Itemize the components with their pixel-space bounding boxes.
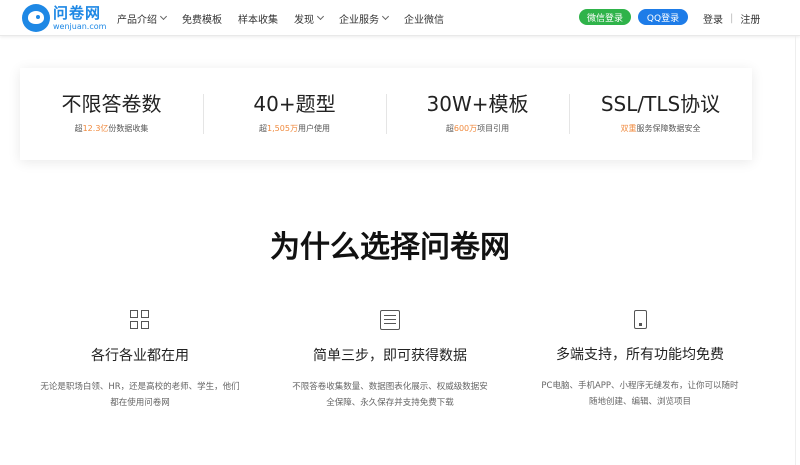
grid-icon bbox=[130, 310, 150, 330]
device-icon bbox=[633, 310, 647, 329]
stat-unlimited-responses: 不限答卷数 超12.3亿份数据收集 bbox=[20, 68, 203, 160]
auth-links: 登录 | 注册 bbox=[703, 0, 760, 36]
stat-subtitle: 超1,505万用户使用 bbox=[259, 124, 330, 133]
nav-enterprise-service[interactable]: 企业服务 bbox=[339, 11, 390, 26]
stat-subtitle: 超12.3亿份数据收集 bbox=[74, 124, 149, 133]
login-link[interactable]: 登录 bbox=[703, 11, 723, 26]
chevron-down-icon bbox=[316, 12, 325, 21]
logo-text-cn: 问卷网 bbox=[53, 3, 102, 22]
top-header: 问卷网 wenjuan.com 产品介绍 免费模板 样本收集 发现 企业服务 企… bbox=[0, 0, 800, 36]
logo-text-en: wenjuan.com bbox=[53, 21, 107, 31]
stat-question-types: 40+题型 超1,505万用户使用 bbox=[203, 68, 386, 160]
list-icon bbox=[380, 310, 400, 330]
page-scrollbar-track[interactable] bbox=[795, 36, 800, 465]
stat-title: 不限答卷数 bbox=[61, 92, 162, 116]
wechat-login-button[interactable]: 微信登录 bbox=[579, 9, 631, 25]
stat-subtitle: 超600万项目引用 bbox=[445, 124, 510, 133]
qq-login-button[interactable]: QQ登录 bbox=[638, 9, 688, 25]
feature-title: 各行各业都在用 bbox=[91, 348, 189, 364]
feature-description: 无论是职场白领、HR，还是高校的老师、学生，他们都在使用问卷网 bbox=[40, 382, 240, 408]
feature-title: 多端支持，所有功能均免费 bbox=[556, 347, 724, 363]
feature-description: PC电脑、手机APP、小程序无缝发布，让你可以随时随地创建、编辑、浏览项目 bbox=[541, 381, 739, 407]
nav-sample-collection[interactable]: 样本收集 bbox=[238, 11, 278, 26]
logo-icon bbox=[22, 4, 50, 32]
nav-enterprise-wechat[interactable]: 企业微信 bbox=[404, 11, 444, 26]
nav-product-intro[interactable]: 产品介绍 bbox=[117, 11, 168, 26]
stat-templates: 30W+模板 超600万项目引用 bbox=[386, 68, 569, 160]
stat-title: 40+题型 bbox=[253, 92, 336, 116]
nav-discover[interactable]: 发现 bbox=[294, 11, 325, 26]
feature-title: 简单三步，即可获得数据 bbox=[313, 348, 467, 364]
stat-ssl-protocol: SSL/TLS协议 双重服务保障数据安全 bbox=[569, 68, 752, 160]
chevron-down-icon bbox=[159, 12, 168, 21]
feature-multi-platform: 多端支持，所有功能均免费 PC电脑、手机APP、小程序无缝发布，让你可以随时随地… bbox=[530, 310, 750, 410]
nav-free-templates[interactable]: 免费模板 bbox=[182, 11, 222, 26]
feature-three-steps: 简单三步，即可获得数据 不限答卷收集数量、数据图表化展示、权威级数据安全保障、永… bbox=[280, 310, 500, 411]
main-nav: 产品介绍 免费模板 样本收集 发现 企业服务 企业微信 bbox=[117, 0, 460, 36]
site-logo[interactable]: 问卷网 wenjuan.com bbox=[22, 4, 106, 32]
stats-card: 不限答卷数 超12.3亿份数据收集 40+题型 超1,505万用户使用 30W+… bbox=[20, 68, 752, 160]
why-choose-title: 为什么选择问卷网 bbox=[270, 230, 510, 265]
stat-title: 30W+模板 bbox=[426, 92, 529, 116]
feature-description: 不限答卷收集数量、数据图表化展示、权威级数据安全保障、永久保存并支持免费下载 bbox=[292, 382, 488, 408]
register-link[interactable]: 注册 bbox=[740, 11, 760, 26]
auth-separator: | bbox=[730, 12, 734, 24]
features-section: 各行各业都在用 无论是职场白领、HR，还是高校的老师、学生，他们都在使用问卷网 … bbox=[30, 310, 750, 420]
stat-subtitle: 双重服务保障数据安全 bbox=[620, 124, 701, 133]
feature-industries: 各行各业都在用 无论是职场白领、HR，还是高校的老师、学生，他们都在使用问卷网 bbox=[30, 310, 250, 411]
stat-title: SSL/TLS协议 bbox=[600, 92, 721, 116]
chevron-down-icon bbox=[381, 12, 390, 21]
